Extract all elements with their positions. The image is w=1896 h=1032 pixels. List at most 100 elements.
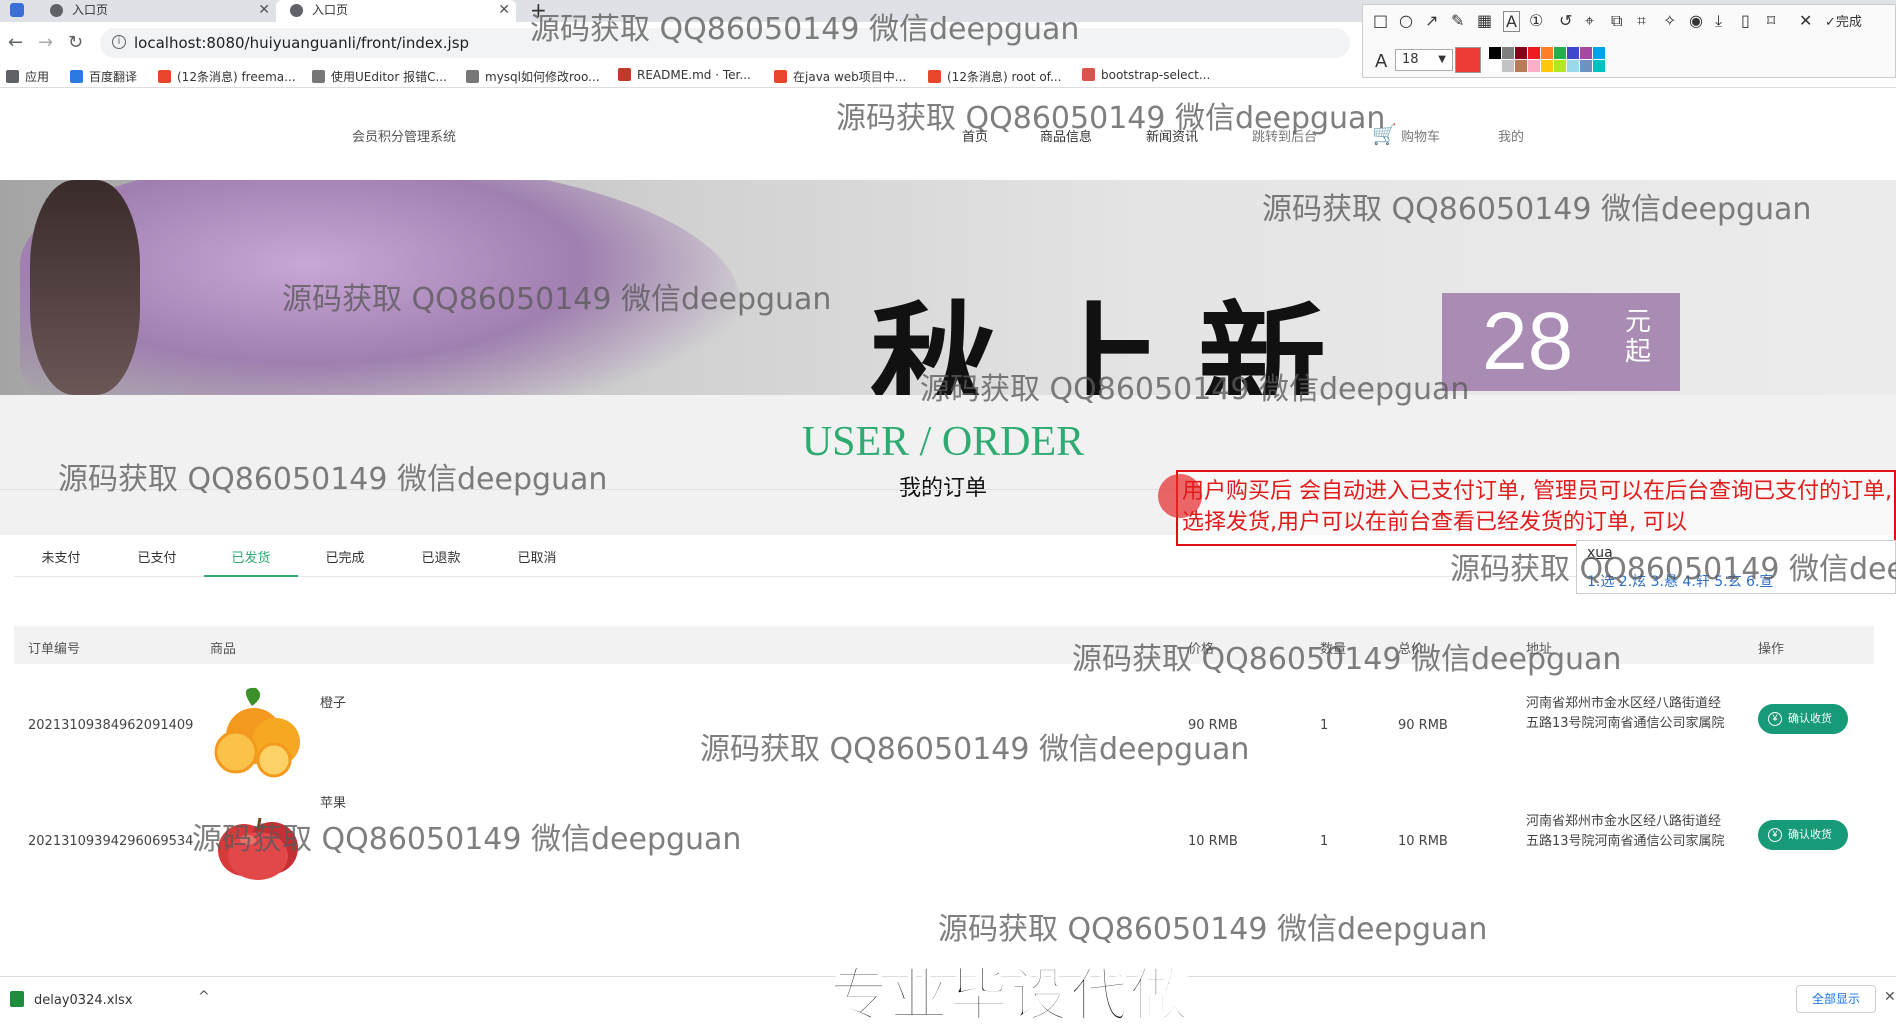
column-header: 地址	[1526, 642, 1553, 657]
color-swatch[interactable]	[1502, 47, 1514, 59]
column-header: 操作	[1758, 642, 1785, 657]
forward-icon[interactable]: →	[38, 32, 53, 53]
promo-banner[interactable]: 秋上新 28 元起	[0, 180, 1896, 395]
color-swatch[interactable]	[1515, 60, 1527, 72]
bookmark-apps[interactable]: 应用	[6, 68, 49, 85]
ellipse-tool-icon[interactable]: ○	[1399, 11, 1413, 30]
color-swatch[interactable]	[1528, 60, 1540, 72]
bookmark-item[interactable]: 百度翻译	[70, 68, 137, 85]
ime-candidates[interactable]: 1.选 2.炫 3.悬 4.轩 5.玄 6.宣	[1587, 571, 1773, 591]
csdn-icon	[928, 70, 941, 83]
color-swatch[interactable]	[1489, 47, 1501, 59]
nav-home[interactable]: 首页	[962, 126, 988, 145]
globe-icon	[50, 4, 63, 17]
table-row: 20213109394296069534 苹果 10 RMB 1 10 RMB …	[14, 788, 1874, 906]
tab-paid[interactable]: 已支付	[110, 547, 204, 566]
close-icon[interactable]: ✕	[498, 0, 510, 20]
bookmark-item[interactable]: 使用UEditor 报错C...	[312, 68, 447, 85]
bookmark-item[interactable]: README.md · Ter...	[618, 68, 751, 82]
color-swatch[interactable]	[1580, 60, 1592, 72]
browser-tab-1[interactable]: 入口页 ✕	[36, 0, 276, 22]
tab-refunded[interactable]: 已退款	[394, 547, 488, 566]
tab-completed[interactable]: 已完成	[298, 547, 392, 566]
color-swatch[interactable]	[1554, 60, 1566, 72]
record-icon[interactable]: ◉	[1689, 11, 1703, 30]
color-swatch[interactable]	[1528, 47, 1540, 59]
bookmark-item[interactable]: (12条消息) freema...	[158, 68, 296, 85]
copy-icon[interactable]: ⧉	[1611, 11, 1622, 31]
pin-icon[interactable]: ⌖	[1585, 11, 1594, 31]
nav-admin[interactable]: 跳转到后台	[1252, 126, 1317, 145]
color-swatch[interactable]	[1489, 60, 1501, 72]
download-icon[interactable]: ⤓	[1715, 11, 1722, 31]
rectangle-tool-icon[interactable]: □	[1373, 11, 1388, 30]
text-tool-icon[interactable]: A	[1503, 11, 1520, 32]
undo-icon[interactable]: ↺	[1559, 11, 1572, 30]
new-tab-icon[interactable]: +	[530, 0, 547, 22]
bookmark-icon[interactable]: ⌑	[1767, 11, 1775, 30]
check-icon: ✓	[1825, 15, 1836, 30]
confirm-receipt-button[interactable]: ¥ 确认收货	[1758, 704, 1848, 734]
active-tab-indicator	[204, 575, 298, 577]
nav-news[interactable]: 新闻资讯	[1146, 126, 1198, 145]
ocr-icon[interactable]: ⌗	[1637, 11, 1646, 31]
column-header: 价格	[1188, 642, 1215, 657]
close-icon[interactable]: ✕	[258, 0, 270, 20]
tab-cancelled[interactable]: 已取消	[490, 547, 584, 566]
quantity: 1	[1320, 834, 1329, 849]
close-icon[interactable]: ✕	[1799, 11, 1812, 30]
magic-icon[interactable]: ✧	[1663, 11, 1676, 30]
product-name[interactable]: 橙子	[320, 692, 346, 711]
browser-tab-2[interactable]: 入口页 ✕	[276, 0, 516, 22]
color-swatch[interactable]	[1580, 47, 1592, 59]
bookmark-item[interactable]: mysql如何修改roo...	[466, 68, 600, 85]
order-id: 20213109394296069534	[28, 834, 194, 849]
color-swatch[interactable]	[1593, 60, 1605, 72]
nav-mine[interactable]: 我的	[1498, 126, 1524, 145]
reload-icon[interactable]: ↻	[68, 32, 83, 53]
product-name[interactable]: 苹果	[320, 792, 346, 811]
order-id: 20213109384962091409	[28, 718, 194, 733]
confirm-receipt-button[interactable]: ¥ 确认收货	[1758, 820, 1848, 850]
color-swatch[interactable]	[1502, 60, 1514, 72]
pencil-tool-icon[interactable]: ✎	[1451, 11, 1464, 30]
tab-title: 入口页	[72, 3, 109, 17]
annotation-text: 用户购买后 会自动进入已支付订单, 管理员可以在后台查询已支付的订单, 选择发货…	[1182, 479, 1892, 535]
table-row: 20213109384962091409 橙子 90 RMB 1 90 RMB …	[14, 670, 1874, 788]
banner-price-tag: 28 元起	[1442, 293, 1680, 391]
yen-coin-icon: ¥	[1768, 828, 1782, 842]
apps-icon	[6, 70, 19, 83]
color-swatch[interactable]	[1567, 47, 1579, 59]
font-size-select[interactable]: 18 ▼	[1395, 49, 1453, 71]
banner-price: 28	[1482, 296, 1574, 387]
color-swatch[interactable]	[1567, 60, 1579, 72]
color-swatch[interactable]	[1593, 47, 1605, 59]
nav-products[interactable]: 商品信息	[1040, 126, 1092, 145]
csdn-icon	[158, 70, 171, 83]
current-color-swatch[interactable]	[1455, 47, 1481, 73]
done-button[interactable]: ✓完成	[1825, 11, 1862, 30]
total-price: 10 RMB	[1398, 834, 1448, 849]
color-swatch[interactable]	[1541, 47, 1553, 59]
color-swatch[interactable]	[1554, 47, 1566, 59]
info-icon[interactable]: i	[112, 35, 126, 49]
watermark: 源码获取 QQ86050149 微信deepguan	[938, 912, 1488, 947]
phone-icon[interactable]: ▯	[1741, 11, 1750, 30]
arrow-tool-icon[interactable]: ↗	[1425, 11, 1438, 30]
ime-candidate-popup[interactable]: xua 1.选 2.炫 3.悬 4.轩 5.玄 6.宣	[1576, 540, 1896, 594]
tab-unpaid[interactable]: 未支付	[14, 547, 108, 566]
column-header: 订单编号	[28, 642, 81, 657]
bookmark-item[interactable]: (12条消息) root of...	[928, 68, 1061, 85]
bookmark-item[interactable]: bootstrap-select...	[1082, 68, 1210, 82]
nav-cart[interactable]: 🛒 购物车	[1372, 122, 1440, 146]
back-icon[interactable]: ←	[8, 32, 23, 53]
shipping-address: 河南省郑州市金水区经八路街道经五路13号院河南省通信公司家属院	[1526, 814, 1725, 849]
tab-shipped[interactable]: 已发货	[204, 547, 298, 566]
mosaic-tool-icon[interactable]: ▦	[1477, 11, 1492, 30]
bookmark-icon	[466, 70, 479, 83]
color-swatch[interactable]	[1515, 47, 1527, 59]
color-swatch[interactable]	[1541, 60, 1553, 72]
bookmark-item[interactable]: 在java web项目中...	[774, 68, 906, 85]
number-tool-icon[interactable]: ①	[1529, 11, 1543, 30]
csdn-icon	[774, 70, 787, 83]
